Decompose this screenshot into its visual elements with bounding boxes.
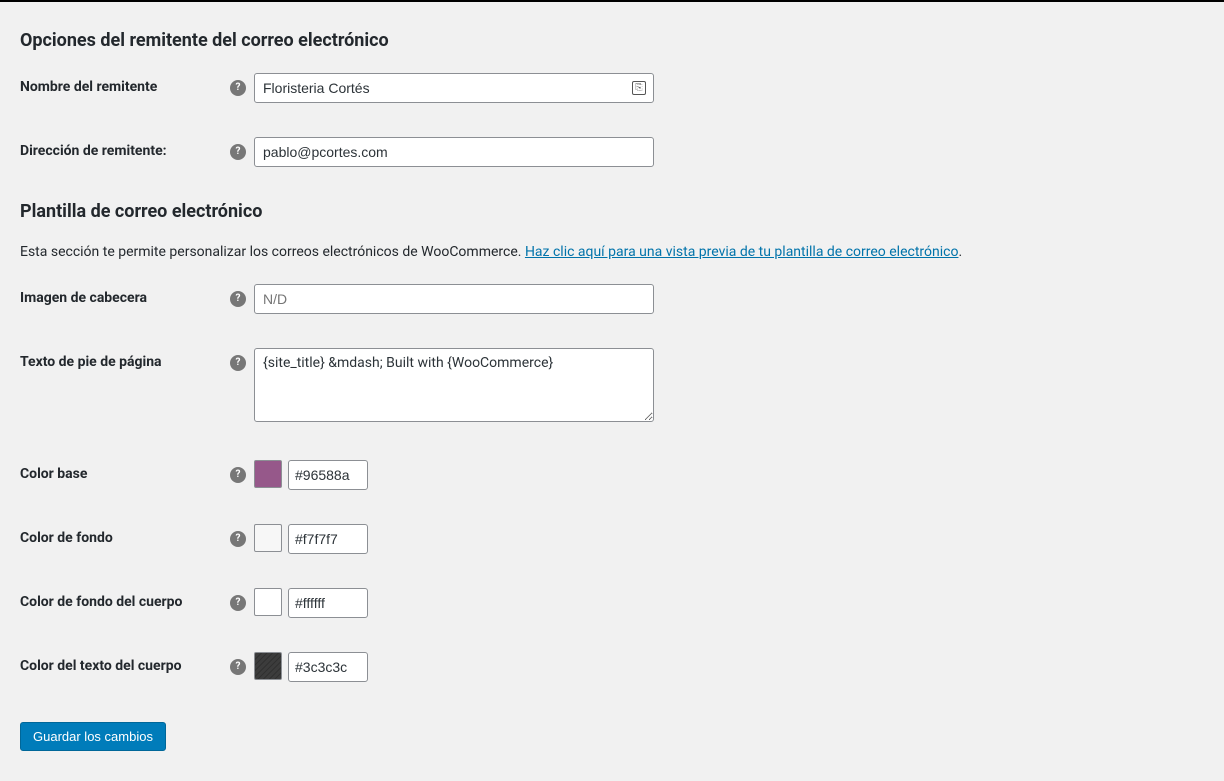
- label-body-text-color: Color del texto del cuerpo: [20, 652, 230, 674]
- bg-color-swatch[interactable]: [254, 524, 282, 552]
- desc-preview-link[interactable]: Haz clic aquí para una vista previa de t…: [525, 244, 959, 260]
- base-color-input[interactable]: [288, 460, 368, 490]
- body-bg-color-input[interactable]: [288, 588, 368, 618]
- body-text-color-input[interactable]: [288, 652, 368, 682]
- field-row-body-text-color: Color del texto del cuerpo ?: [20, 652, 1204, 682]
- form-table-2: Imagen de cabecera ? Texto de pie de pág…: [20, 284, 1204, 682]
- help-sender-name[interactable]: ?: [230, 73, 254, 96]
- label-body-bg-color: Color de fondo del cuerpo: [20, 588, 230, 610]
- field-row-body-bg-color: Color de fondo del cuerpo ?: [20, 588, 1204, 618]
- control-sender-name: ⎘: [254, 73, 654, 103]
- help-icon: ?: [230, 595, 246, 611]
- field-row-bg-color: Color de fondo ?: [20, 524, 1204, 554]
- help-body-bg-color[interactable]: ?: [230, 588, 254, 611]
- control-body-text-color: [254, 652, 368, 682]
- label-header-image: Imagen de cabecera: [20, 284, 230, 306]
- top-divider: [0, 0, 1224, 2]
- control-bg-color: [254, 524, 368, 554]
- body-bg-color-swatch[interactable]: [254, 588, 282, 616]
- help-icon: ?: [230, 144, 246, 160]
- desc-suffix: .: [958, 244, 962, 260]
- label-sender-email: Dirección de remitente:: [20, 137, 230, 159]
- label-sender-name: Nombre del remitente: [20, 73, 230, 95]
- field-row-header-image: Imagen de cabecera ?: [20, 284, 1204, 314]
- control-sender-email: [254, 137, 654, 167]
- base-color-swatch[interactable]: [254, 460, 282, 488]
- sender-name-input[interactable]: [254, 73, 654, 103]
- field-row-sender-name: Nombre del remitente ? ⎘: [20, 73, 1204, 103]
- help-icon: ?: [230, 291, 246, 307]
- section-template-title: Plantilla de correo electrónico: [20, 201, 1204, 222]
- control-header-image: [254, 284, 654, 314]
- label-footer-text: Texto de pie de página: [20, 348, 230, 370]
- control-footer-text: [254, 348, 654, 426]
- help-sender-email[interactable]: ?: [230, 137, 254, 160]
- label-bg-color: Color de fondo: [20, 524, 230, 546]
- desc-prefix: Esta sección te permite personalizar los…: [20, 244, 525, 260]
- help-icon: ?: [230, 80, 246, 96]
- help-base-color[interactable]: ?: [230, 460, 254, 483]
- section-template-desc: Esta sección te permite personalizar los…: [20, 244, 1204, 260]
- help-icon: ?: [230, 659, 246, 675]
- help-bg-color[interactable]: ?: [230, 524, 254, 547]
- help-body-text-color[interactable]: ?: [230, 652, 254, 675]
- help-icon: ?: [230, 467, 246, 483]
- field-row-base-color: Color base ?: [20, 460, 1204, 490]
- field-row-sender-email: Dirección de remitente: ?: [20, 137, 1204, 167]
- section-sender-options-title: Opciones del remitente del correo electr…: [20, 30, 1204, 51]
- control-base-color: [254, 460, 368, 490]
- field-row-footer-text: Texto de pie de página ?: [20, 348, 1204, 426]
- settings-page: Opciones del remitente del correo electr…: [0, 30, 1224, 781]
- form-table: Nombre del remitente ? ⎘ Dirección de re…: [20, 73, 1204, 167]
- bg-color-input[interactable]: [288, 524, 368, 554]
- save-button[interactable]: Guardar los cambios: [20, 722, 166, 751]
- body-text-color-swatch[interactable]: [254, 652, 282, 680]
- help-footer-text[interactable]: ?: [230, 348, 254, 371]
- label-base-color: Color base: [20, 460, 230, 482]
- header-image-input[interactable]: [254, 284, 654, 314]
- help-icon: ?: [230, 355, 246, 371]
- help-icon: ?: [230, 531, 246, 547]
- help-header-image[interactable]: ?: [230, 284, 254, 307]
- sender-email-input[interactable]: [254, 137, 654, 167]
- footer-text-input[interactable]: [254, 348, 654, 422]
- control-body-bg-color: [254, 588, 368, 618]
